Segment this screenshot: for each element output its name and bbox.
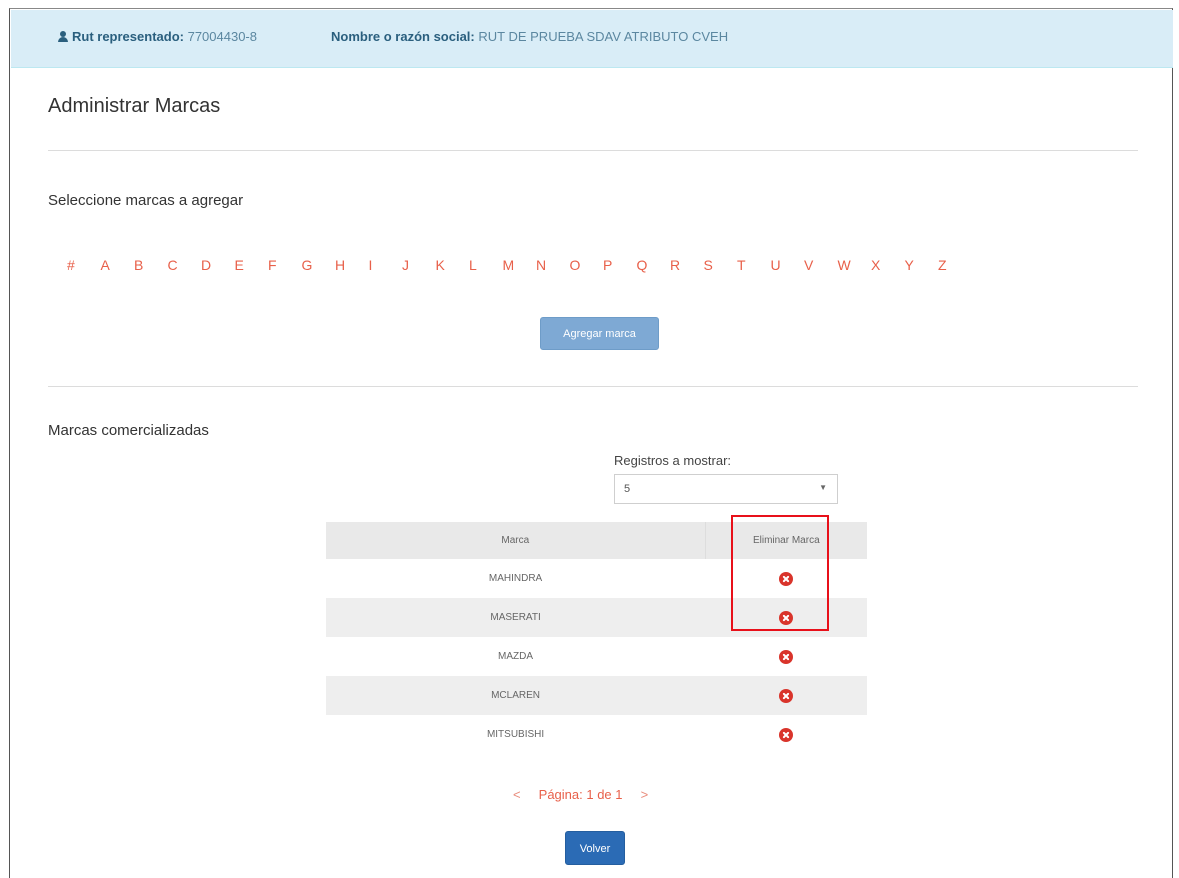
letter-filter-s[interactable]: S: [704, 257, 713, 273]
delete-brand-icon[interactable]: [779, 610, 794, 625]
delete-cell: [705, 559, 867, 598]
company-name-info: Nombre o razón social: RUT DE PRUEBA SDA…: [331, 29, 728, 44]
letter-filter-n[interactable]: N: [536, 257, 546, 273]
next-page-link[interactable]: >: [641, 787, 649, 802]
rut-info: Rut representado: 77004430-8: [58, 29, 257, 44]
table-row: MASERATI: [326, 598, 867, 637]
page-frame: Rut representado: 77004430-8 Nombre o ra…: [9, 8, 1173, 878]
letter-filter-l[interactable]: L: [469, 257, 477, 273]
select-brands-label: Seleccione marcas a agregar: [48, 192, 244, 209]
page-title: Administrar Marcas: [48, 95, 221, 117]
brand-name-cell: MAHINDRA: [326, 559, 706, 598]
table-header-row: Marca Eliminar Marca: [326, 522, 867, 559]
pagination: < Página: 1 de 1 >: [513, 787, 648, 802]
letter-filter-u[interactable]: U: [771, 257, 781, 273]
rut-value: 77004430-8: [187, 29, 257, 44]
divider: [48, 386, 1138, 387]
records-per-page-select[interactable]: 5 ▼: [614, 474, 838, 504]
prev-page-link[interactable]: <: [513, 787, 521, 802]
representative-info-bar: Rut representado: 77004430-8 Nombre o ra…: [11, 10, 1173, 68]
delete-cell: [705, 637, 867, 676]
letter-filter-x[interactable]: X: [871, 257, 880, 273]
delete-brand-icon[interactable]: [779, 727, 794, 742]
letter-filter-g[interactable]: G: [302, 257, 313, 273]
company-name-label: Nombre o razón social:: [331, 29, 475, 44]
letter-filter-y[interactable]: Y: [905, 257, 914, 273]
letter-filter-h[interactable]: H: [335, 257, 345, 273]
user-icon: [58, 31, 68, 42]
page-indicator: Página: 1 de 1: [538, 787, 623, 802]
dropdown-arrow-icon: ▼: [819, 483, 827, 492]
letter-filter-w[interactable]: W: [838, 257, 851, 273]
brands-table: Marca Eliminar Marca MAHINDRA MASERATI M…: [326, 522, 867, 754]
letter-filter-o[interactable]: O: [570, 257, 581, 273]
letter-filter-v[interactable]: V: [804, 257, 813, 273]
letter-filter-i[interactable]: I: [369, 257, 373, 273]
letter-filter-c[interactable]: C: [168, 257, 178, 273]
delete-cell: [705, 676, 867, 715]
delete-brand-icon[interactable]: [779, 649, 794, 664]
letter-filter-q[interactable]: Q: [637, 257, 648, 273]
letter-filter-f[interactable]: F: [268, 257, 277, 273]
records-select-value: 5: [624, 483, 631, 495]
column-header-delete: Eliminar Marca: [705, 522, 867, 559]
table-row: MAHINDRA: [326, 559, 867, 598]
rut-label: Rut representado:: [72, 29, 184, 44]
brand-name-cell: MCLAREN: [326, 676, 706, 715]
table-row: MAZDA: [326, 637, 867, 676]
table-row: MCLAREN: [326, 676, 867, 715]
letter-filter-r[interactable]: R: [670, 257, 680, 273]
brand-name-cell: MITSUBISHI: [326, 715, 706, 754]
brand-name-cell: MAZDA: [326, 637, 706, 676]
delete-brand-icon[interactable]: [779, 688, 794, 703]
add-brand-button[interactable]: Agregar marca: [540, 317, 659, 350]
letter-filter-d[interactable]: D: [201, 257, 211, 273]
letter-filter-m[interactable]: M: [503, 257, 515, 273]
letter-filter-a[interactable]: A: [101, 257, 110, 273]
commercialized-brands-label: Marcas comercializadas: [48, 422, 209, 439]
delete-cell: [705, 715, 867, 754]
letter-filter-p[interactable]: P: [603, 257, 612, 273]
delete-brand-icon[interactable]: [779, 571, 794, 586]
divider: [48, 150, 1138, 151]
brand-name-cell: MASERATI: [326, 598, 706, 637]
letter-filter-j[interactable]: J: [402, 257, 409, 273]
delete-cell: [705, 598, 867, 637]
back-button[interactable]: Volver: [565, 831, 625, 865]
letter-filter-b[interactable]: B: [134, 257, 143, 273]
letter-filter-z[interactable]: Z: [938, 257, 947, 273]
letter-filter-hash[interactable]: #: [67, 257, 75, 273]
letter-filter-t[interactable]: T: [737, 257, 746, 273]
column-header-brand: Marca: [326, 522, 706, 559]
letter-filter-e[interactable]: E: [235, 257, 244, 273]
letter-filter-k[interactable]: K: [436, 257, 445, 273]
records-select-label: Registros a mostrar:: [614, 453, 732, 468]
company-name-value: RUT DE PRUEBA SDAV ATRIBUTO CVEH: [478, 29, 729, 44]
table-row: MITSUBISHI: [326, 715, 867, 754]
